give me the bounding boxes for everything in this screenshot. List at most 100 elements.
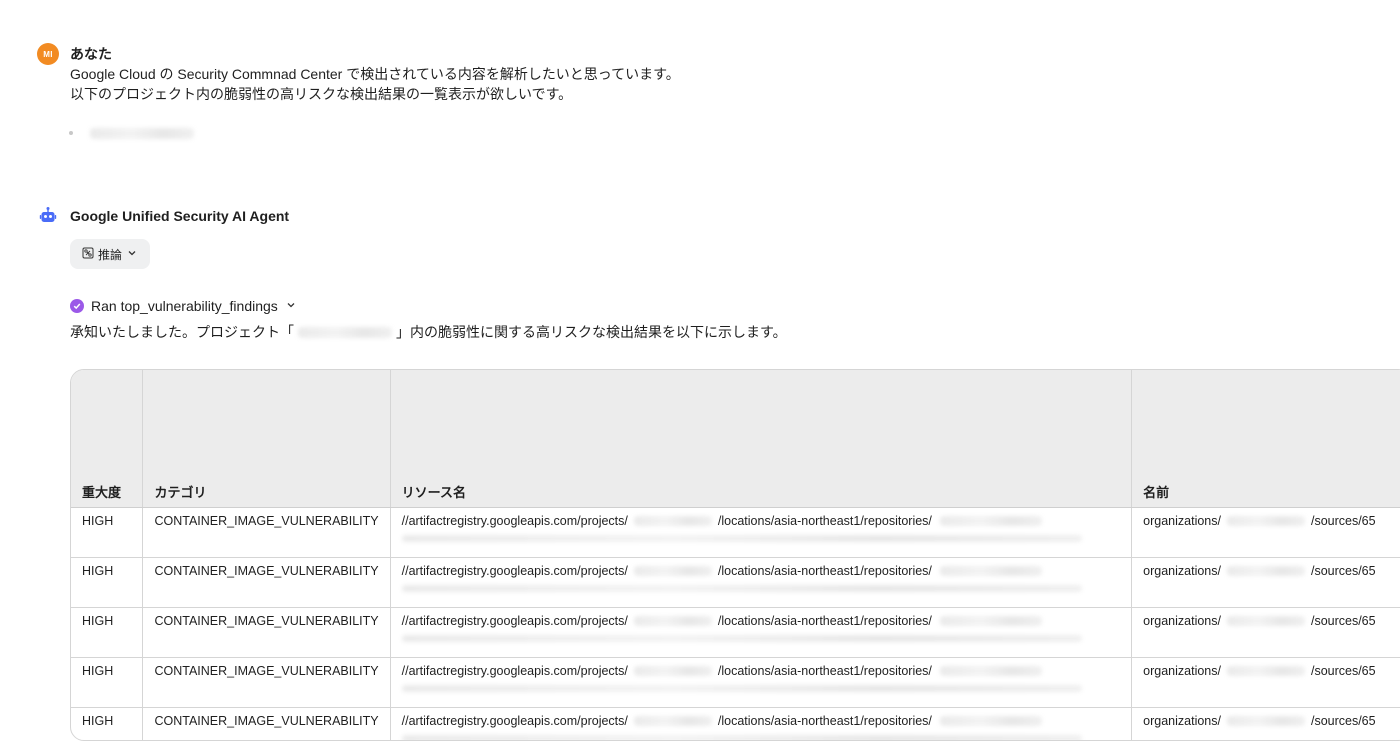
redacted-project-id <box>634 566 712 576</box>
severity-value: HIGH <box>82 614 113 628</box>
category-value: CONTAINER_IMAGE_VULNERABILITY <box>154 664 378 678</box>
chevron-down-icon <box>285 298 297 314</box>
redacted-project-id <box>90 128 194 139</box>
name-suffix: /sources/65 <box>1311 514 1376 528</box>
category-cell: CONTAINER_IMAGE_VULNERABILITY <box>143 508 390 558</box>
column-header-severity[interactable]: 重大度 <box>71 370 143 508</box>
resource-middle: /locations/asia-northeast1/repositories/ <box>718 564 932 578</box>
table-row: HIGH CONTAINER_IMAGE_VULNERABILITY //art… <box>71 608 1400 658</box>
category-value: CONTAINER_IMAGE_VULNERABILITY <box>154 614 378 628</box>
resource-middle: /locations/asia-northeast1/repositories/ <box>718 714 932 728</box>
user-message-line-2: 以下のプロジェクト内の脆弱性の高リスクな検出結果の一覧表示が欲しいです。 <box>70 84 572 104</box>
severity-cell: HIGH <box>71 508 143 558</box>
redacted-repository-id <box>940 566 1042 576</box>
name-cell: organizations/ /sources/65 <box>1132 508 1400 558</box>
name-suffix: /sources/65 <box>1311 614 1376 628</box>
resource-middle: /locations/asia-northeast1/repositories/ <box>718 664 932 678</box>
name-cell: organizations/ /sources/65 <box>1132 558 1400 608</box>
response-suffix: 」内の脆弱性に関する高リスクな検出結果を以下に示します。 <box>396 322 787 342</box>
response-prefix: 承知いたしました。プロジェクト「 <box>70 322 294 342</box>
redacted-organization-id <box>1227 566 1305 576</box>
redacted-project-id <box>634 716 712 726</box>
severity-cell: HIGH <box>71 558 143 608</box>
resource-name-cell: //artifactregistry.googleapis.com/projec… <box>390 658 1132 708</box>
redacted-organization-id <box>1227 616 1305 626</box>
redacted-resource-path <box>402 735 1082 741</box>
tool-run-toggle[interactable]: Ran top_vulnerability_findings <box>70 298 297 314</box>
name-prefix: organizations/ <box>1143 514 1221 528</box>
redacted-resource-path <box>402 635 1082 642</box>
redacted-repository-id <box>940 616 1042 626</box>
redacted-repository-id <box>940 716 1042 726</box>
category-cell: CONTAINER_IMAGE_VULNERABILITY <box>143 558 390 608</box>
tool-run-label: Ran top_vulnerability_findings <box>91 298 278 314</box>
resource-prefix: //artifactregistry.googleapis.com/projec… <box>402 514 628 528</box>
name-prefix: organizations/ <box>1143 614 1221 628</box>
redacted-project-id <box>634 616 712 626</box>
category-value: CONTAINER_IMAGE_VULNERABILITY <box>154 714 378 728</box>
resource-name-cell: //artifactregistry.googleapis.com/projec… <box>390 608 1132 658</box>
bullet-point <box>69 131 73 135</box>
redacted-organization-id <box>1227 666 1305 676</box>
findings-table: 重大度 カテゴリ リソース名 名前 HIGH CONTAINER_IMAGE_V… <box>71 370 1400 741</box>
resource-middle: /locations/asia-northeast1/repositories/ <box>718 514 932 528</box>
redacted-project-id <box>634 666 712 676</box>
redacted-resource-path <box>402 535 1082 542</box>
severity-value: HIGH <box>82 564 113 578</box>
category-cell: CONTAINER_IMAGE_VULNERABILITY <box>143 658 390 708</box>
bot-icon <box>39 206 57 224</box>
resource-name-cell: //artifactregistry.googleapis.com/projec… <box>390 708 1132 741</box>
category-cell: CONTAINER_IMAGE_VULNERABILITY <box>143 608 390 658</box>
redacted-repository-id <box>940 516 1042 526</box>
redacted-project-id <box>634 516 712 526</box>
severity-value: HIGH <box>82 664 113 678</box>
severity-cell: HIGH <box>71 608 143 658</box>
table-row: HIGH CONTAINER_IMAGE_VULNERABILITY //art… <box>71 708 1400 741</box>
category-value: CONTAINER_IMAGE_VULNERABILITY <box>154 514 378 528</box>
table-row: HIGH CONTAINER_IMAGE_VULNERABILITY //art… <box>71 508 1400 558</box>
agent-response-text: 承知いたしました。プロジェクト「 」内の脆弱性に関する高リスクな検出結果を以下に… <box>70 322 787 342</box>
table-row: HIGH CONTAINER_IMAGE_VULNERABILITY //art… <box>71 658 1400 708</box>
user-avatar: MI <box>37 43 59 65</box>
column-header-name[interactable]: 名前 <box>1132 370 1400 508</box>
resource-prefix: //artifactregistry.googleapis.com/projec… <box>402 564 628 578</box>
reasoning-toggle-button[interactable]: 推論 <box>70 239 150 269</box>
redacted-organization-id <box>1227 716 1305 726</box>
name-suffix: /sources/65 <box>1311 664 1376 678</box>
category-value: CONTAINER_IMAGE_VULNERABILITY <box>154 564 378 578</box>
name-cell: organizations/ /sources/65 <box>1132 708 1400 741</box>
user-sender-name: あなた <box>70 44 112 64</box>
findings-table-container[interactable]: 重大度 カテゴリ リソース名 名前 HIGH CONTAINER_IMAGE_V… <box>70 369 1400 741</box>
severity-value: HIGH <box>82 714 113 728</box>
reasoning-icon <box>82 247 94 262</box>
user-message-line-1: Google Cloud の Security Commnad Center で… <box>70 64 680 84</box>
reasoning-label: 推論 <box>98 246 122 263</box>
column-header-resource-name[interactable]: リソース名 <box>390 370 1132 508</box>
name-prefix: organizations/ <box>1143 564 1221 578</box>
name-suffix: /sources/65 <box>1311 564 1376 578</box>
resource-name-cell: //artifactregistry.googleapis.com/projec… <box>390 508 1132 558</box>
table-row: HIGH CONTAINER_IMAGE_VULNERABILITY //art… <box>71 558 1400 608</box>
category-cell: CONTAINER_IMAGE_VULNERABILITY <box>143 708 390 741</box>
name-cell: organizations/ /sources/65 <box>1132 608 1400 658</box>
redacted-repository-id <box>940 666 1042 676</box>
name-suffix: /sources/65 <box>1311 714 1376 728</box>
resource-prefix: //artifactregistry.googleapis.com/projec… <box>402 614 628 628</box>
agent-sender-name: Google Unified Security AI Agent <box>70 208 289 224</box>
redacted-organization-id <box>1227 516 1305 526</box>
check-circle-icon <box>70 299 84 313</box>
name-cell: organizations/ /sources/65 <box>1132 658 1400 708</box>
chevron-down-icon <box>126 247 138 262</box>
severity-cell: HIGH <box>71 658 143 708</box>
redacted-project-id <box>298 327 392 338</box>
name-prefix: organizations/ <box>1143 664 1221 678</box>
redacted-resource-path <box>402 585 1082 592</box>
resource-prefix: //artifactregistry.googleapis.com/projec… <box>402 664 628 678</box>
resource-middle: /locations/asia-northeast1/repositories/ <box>718 614 932 628</box>
severity-value: HIGH <box>82 514 113 528</box>
severity-cell: HIGH <box>71 708 143 741</box>
table-header-row: 重大度 カテゴリ リソース名 名前 <box>71 370 1400 508</box>
resource-prefix: //artifactregistry.googleapis.com/projec… <box>402 714 628 728</box>
column-header-category[interactable]: カテゴリ <box>143 370 390 508</box>
name-prefix: organizations/ <box>1143 714 1221 728</box>
